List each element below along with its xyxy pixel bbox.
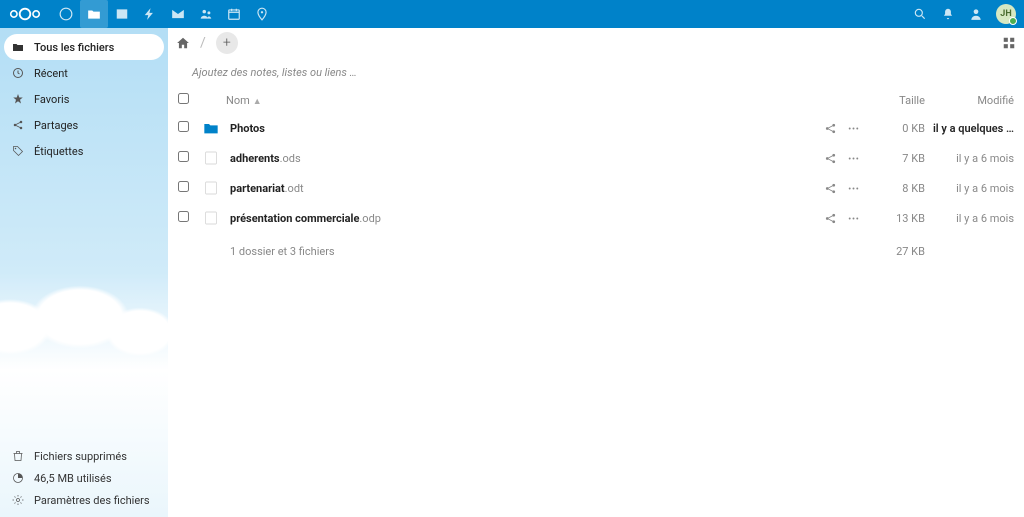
activity-icon[interactable] [136,0,164,28]
share-icon[interactable] [824,182,837,195]
col-modified[interactable]: Modifié [929,87,1024,113]
share-icon[interactable] [824,152,837,165]
file-name: présentation commerciale.odp [230,212,381,225]
photos-icon[interactable] [108,0,136,28]
file-row[interactable]: Photos 0 KB il y a quelques … [168,113,1024,143]
nav-tags[interactable]: Étiquettes [0,138,168,164]
nav-label: Partages [34,119,78,132]
col-name[interactable]: Nom▲ [198,87,784,113]
nav-label: Paramètres des fichiers [34,494,150,507]
more-icon[interactable] [847,182,860,195]
col-size[interactable]: Taille [864,87,929,113]
file-name: adherents.ods [230,152,301,165]
contacts-app-icon[interactable] [192,0,220,28]
row-checkbox[interactable] [178,181,189,192]
maps-icon[interactable] [248,0,276,28]
row-checkbox[interactable] [178,151,189,162]
new-button[interactable]: + [216,32,238,54]
file-row[interactable]: partenariat.odt 8 KB il y a 6 mois [168,173,1024,203]
folder-icon [202,119,220,137]
nav-recent[interactable]: Récent [0,60,168,86]
app-icons [52,0,276,28]
nav-label: Fichiers supprimés [34,450,127,463]
file-modified: il y a quelques … [929,113,1024,143]
nav-trash[interactable]: Fichiers supprimés [0,445,168,467]
nav-settings[interactable]: Paramètres des fichiers [0,489,168,511]
share-icon[interactable] [824,212,837,225]
nav-storage[interactable]: 46,5 MB utilisés [0,467,168,489]
contacts-icon[interactable] [962,0,990,28]
file-name: partenariat.odt [230,182,304,195]
home-icon[interactable] [176,36,190,50]
doc-icon [202,179,220,197]
nav-label: Étiquettes [34,145,83,158]
sheet-icon [202,149,220,167]
share-icon[interactable] [824,122,837,135]
file-modified: il y a 6 mois [929,173,1024,203]
top-header: JH [0,0,1024,28]
sidebar-bottom: Fichiers supprimés 46,5 MB utilisés Para… [0,445,168,511]
file-table: Nom▲ Taille Modifié Photos 0 KB il y a q… [168,87,1024,269]
nextcloud-logo[interactable] [8,5,42,23]
sidebar: Tous les fichiers Récent Favoris Partage… [0,28,168,517]
more-icon[interactable] [847,212,860,225]
file-size: 13 KB [864,203,929,233]
nav-label: Tous les fichiers [34,41,114,54]
summary-text: 1 dossier et 3 fichiers [230,245,335,258]
file-size: 0 KB [864,113,929,143]
dashboard-icon[interactable] [52,0,80,28]
file-name: Photos [230,122,265,135]
nav-list: Tous les fichiers Récent Favoris Partage… [0,34,168,164]
select-all-checkbox[interactable] [178,93,189,104]
file-modified: il y a 6 mois [929,203,1024,233]
nav-all-files[interactable]: Tous les fichiers [4,34,164,60]
file-size: 7 KB [864,143,929,173]
calendar-icon[interactable] [220,0,248,28]
nav-label: Favoris [34,93,69,106]
notes-area[interactable]: Ajoutez des notes, listes ou liens … [168,58,1024,87]
nav-shares[interactable]: Partages [0,112,168,138]
files-icon[interactable] [80,0,108,28]
file-row[interactable]: adherents.ods 7 KB il y a 6 mois [168,143,1024,173]
pres-icon [202,209,220,227]
sort-asc-icon: ▲ [253,97,262,107]
more-icon[interactable] [847,152,860,165]
main-content: / + Ajoutez des notes, listes ou liens …… [168,28,1024,517]
row-checkbox[interactable] [178,211,189,222]
file-row[interactable]: présentation commerciale.odp 13 KB il y … [168,203,1024,233]
breadcrumb-separator: / [200,35,206,51]
mail-icon[interactable] [164,0,192,28]
file-modified: il y a 6 mois [929,143,1024,173]
grid-view-icon[interactable] [1002,36,1016,50]
nav-favorites[interactable]: Favoris [0,86,168,112]
file-size: 8 KB [864,173,929,203]
nav-label: 46,5 MB utilisés [34,472,112,485]
avatar[interactable]: JH [996,4,1016,24]
summary-size: 27 KB [864,233,929,269]
nav-label: Récent [34,67,68,80]
breadcrumb-bar: / + [168,28,1024,58]
more-icon[interactable] [847,122,860,135]
search-icon[interactable] [906,0,934,28]
notifications-icon[interactable] [934,0,962,28]
row-checkbox[interactable] [178,121,189,132]
